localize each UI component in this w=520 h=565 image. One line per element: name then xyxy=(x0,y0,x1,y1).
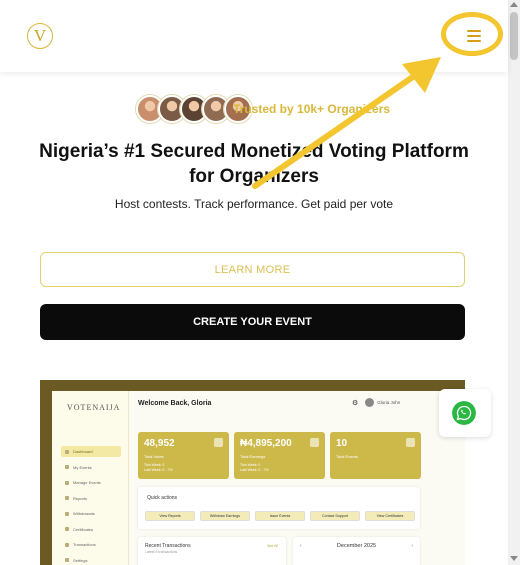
stat-icon xyxy=(214,438,223,447)
whatsapp-chat-button[interactable] xyxy=(439,389,491,437)
preview-user-area: ⚙ Gloria John xyxy=(352,398,400,407)
sidebar-item-label: Reports xyxy=(73,495,88,501)
sidebar-item-label: Withdrawals xyxy=(73,511,95,516)
preview-quick-action: View Reports xyxy=(145,511,195,521)
recent-transactions-subtitle: Latest 5 transactions xyxy=(145,550,178,554)
sidebar-item-label: Transactions xyxy=(73,542,96,547)
bell-icon: ⚙ xyxy=(352,399,359,407)
calendar-next-icon: › xyxy=(411,543,413,549)
sidebar-item-icon xyxy=(65,449,69,454)
preview-quick-action: Contact Support xyxy=(310,511,360,521)
stat-sub2: Last Week: 0 - 7% xyxy=(240,468,269,472)
learn-more-button[interactable]: LEARN MORE xyxy=(40,252,465,287)
preview-sidebar-item: Manage Events xyxy=(61,477,121,488)
sidebar-item-label: My Events xyxy=(73,464,92,470)
see-all-link: See All xyxy=(267,544,278,548)
stat-icon xyxy=(310,438,319,447)
scroll-down-arrow-icon[interactable] xyxy=(510,556,518,561)
preview-sidebar-item: My Events xyxy=(61,462,121,473)
stat-val: 10 xyxy=(336,438,348,449)
page-headline: Nigeria’s #1 Secured Monetized Voting Pl… xyxy=(20,139,488,189)
stat-lbl: Total Votes xyxy=(144,454,164,459)
preview-stat-card: 10 Total Events xyxy=(330,432,421,479)
preview-user-name: Gloria John xyxy=(377,400,401,405)
preview-sidebar-item: Settings xyxy=(61,555,121,565)
preview-quick-action: Issue Events xyxy=(255,511,305,521)
calendar-title: December 2025 xyxy=(336,543,377,549)
sidebar-item-icon xyxy=(65,496,69,500)
hamburger-menu-button[interactable] xyxy=(441,12,503,56)
preview-sidebar-item: Reports xyxy=(61,493,121,504)
preview-quick-action: View Certificates xyxy=(365,511,415,521)
stat-val: ₦4,895,200 xyxy=(240,438,292,449)
sidebar-item-icon xyxy=(65,480,69,485)
headline-line-2: for Organizers xyxy=(189,166,319,187)
whatsapp-icon xyxy=(452,401,476,425)
preview-logo: VOTENAIJA xyxy=(67,403,121,412)
headline-line-1: Nigeria’s #1 Secured Monetized Voting Pl… xyxy=(39,141,469,162)
sidebar-item-label: Manage Events xyxy=(73,480,101,485)
sidebar-item-icon xyxy=(65,558,69,562)
stat-sub1: This Week: 3 xyxy=(144,463,165,467)
preview-stat-card: 48,952 Total Votes This Week: 3 Last Week: … xyxy=(138,432,229,479)
recent-transactions-panel: Recent Transactions Latest 5 transaction… xyxy=(138,537,286,565)
hamburger-menu-icon xyxy=(467,30,481,45)
preview-sidebar: VOTENAIJA Dashboard My Events Manage Event… xyxy=(52,391,129,565)
stat-sub2: Last Week: 0 - 7% xyxy=(144,468,173,472)
preview-quick-action: Withdraw Earnings xyxy=(200,511,250,521)
sidebar-item-label: Certificates xyxy=(73,526,94,532)
stat-lbl: Total Events xyxy=(336,454,358,459)
stat-val: 48,952 xyxy=(144,438,175,449)
sidebar-item-icon xyxy=(65,465,69,469)
calendar-panel: ‹ December 2025 › xyxy=(293,537,420,565)
stat-icon xyxy=(406,438,415,447)
preview-sidebar-item: Withdrawals xyxy=(61,508,121,519)
preview-sidebar-item: Certificates xyxy=(61,524,121,535)
preview-avatar xyxy=(365,398,375,407)
stat-sub1: This Week: 0 xyxy=(240,463,261,467)
preview-stat-card: ₦4,895,200 Total Earnings This Week: 0 Last… xyxy=(234,432,325,479)
recent-transactions-title: Recent Transactions xyxy=(145,543,191,549)
sidebar-item-icon xyxy=(65,527,69,531)
sidebar-item-label: Settings xyxy=(73,557,88,563)
trusted-by-text: Trusted by 10k+ Organizers xyxy=(233,102,391,116)
votenaija-logo[interactable]: V xyxy=(27,23,53,49)
stat-lbl: Total Earnings xyxy=(240,454,266,459)
page-scrollbar[interactable] xyxy=(508,0,520,565)
preview-main: Welcome Back, Gloria ⚙ Gloria John 48,95… xyxy=(129,391,465,565)
preview-sidebar-item: Dashboard xyxy=(61,446,121,457)
preview-sidebar-item: Transactions xyxy=(61,539,121,550)
sidebar-item-icon xyxy=(65,542,69,547)
quick-actions-title: Quick actions xyxy=(147,495,178,501)
top-header: V xyxy=(0,0,508,72)
page-subheadline: Host contests. Track performance. Get pa… xyxy=(114,197,394,211)
dashboard-mockup: VOTENAIJA Dashboard My Events Manage Event… xyxy=(52,391,465,565)
scroll-up-arrow-icon[interactable] xyxy=(510,2,518,7)
create-event-button[interactable]: CREATE YOUR EVENT xyxy=(40,304,465,340)
preview-welcome: Welcome Back, Gloria xyxy=(138,400,212,407)
sidebar-item-icon xyxy=(65,511,69,516)
scrollbar-thumb[interactable] xyxy=(510,12,518,60)
quick-actions-panel: Quick actions View Reports Withdraw Earni… xyxy=(138,487,420,529)
dashboard-preview-image: VOTENAIJA Dashboard My Events Manage Event… xyxy=(40,380,465,565)
sidebar-item-label: Dashboard xyxy=(73,449,93,454)
